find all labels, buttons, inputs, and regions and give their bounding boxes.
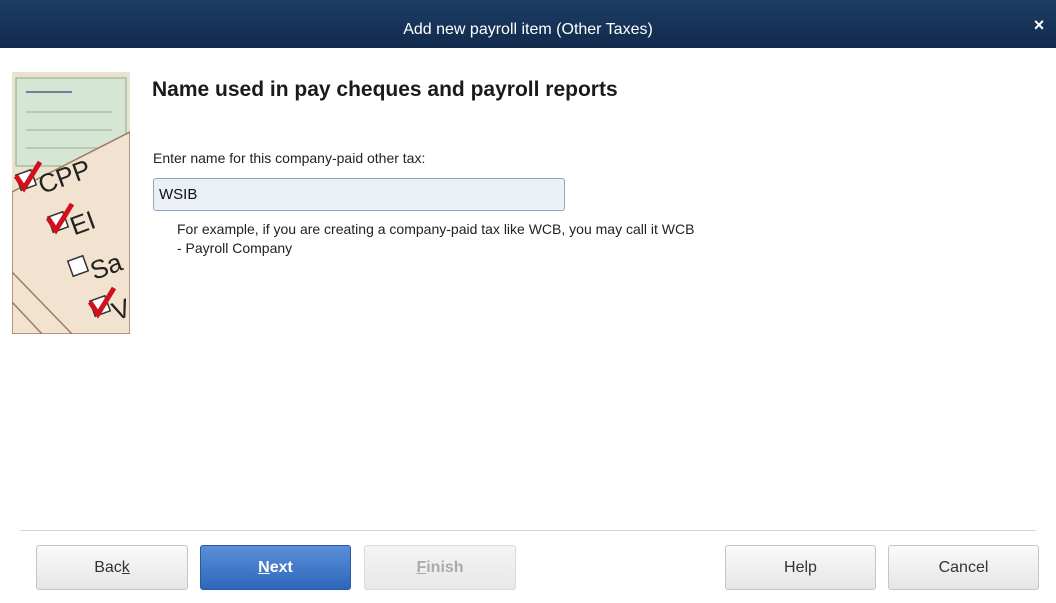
- cancel-button[interactable]: Cancel: [888, 545, 1039, 590]
- help-button[interactable]: Help: [725, 545, 876, 590]
- checklist-art-svg: CPP EI Sa V: [12, 72, 130, 334]
- page-heading: Name used in pay cheques and payroll rep…: [152, 78, 618, 101]
- close-icon[interactable]: ×: [1030, 16, 1048, 34]
- title-bar[interactable]: Add new payroll item (Other Taxes) ×: [0, 0, 1056, 48]
- hint-line-1: For example, if you are creating a compa…: [177, 221, 695, 237]
- payroll-checklist-illustration: CPP EI Sa V: [12, 72, 130, 334]
- tax-name-input[interactable]: [153, 178, 565, 211]
- name-field-label: Enter name for this company-paid other t…: [153, 150, 426, 166]
- back-label-prefix: Bac: [94, 559, 122, 576]
- back-button[interactable]: Back: [36, 545, 188, 590]
- window-title: Add new payroll item (Other Taxes): [403, 21, 653, 38]
- finish-label-suffix: inish: [426, 559, 464, 576]
- example-hint: For example, if you are creating a compa…: [177, 220, 694, 258]
- next-label-suffix: ext: [269, 559, 293, 576]
- next-label-mnemonic: N: [258, 559, 270, 576]
- hint-line-2: - Payroll Company: [177, 240, 293, 256]
- back-label-mnemonic: k: [121, 559, 130, 576]
- footer-divider: [20, 530, 1036, 531]
- payroll-item-dialog: Add new payroll item (Other Taxes) × CPP: [0, 0, 1056, 603]
- finish-label-mnemonic: F: [416, 559, 427, 576]
- next-button[interactable]: Next: [200, 545, 351, 590]
- finish-button[interactable]: Finish: [364, 545, 516, 590]
